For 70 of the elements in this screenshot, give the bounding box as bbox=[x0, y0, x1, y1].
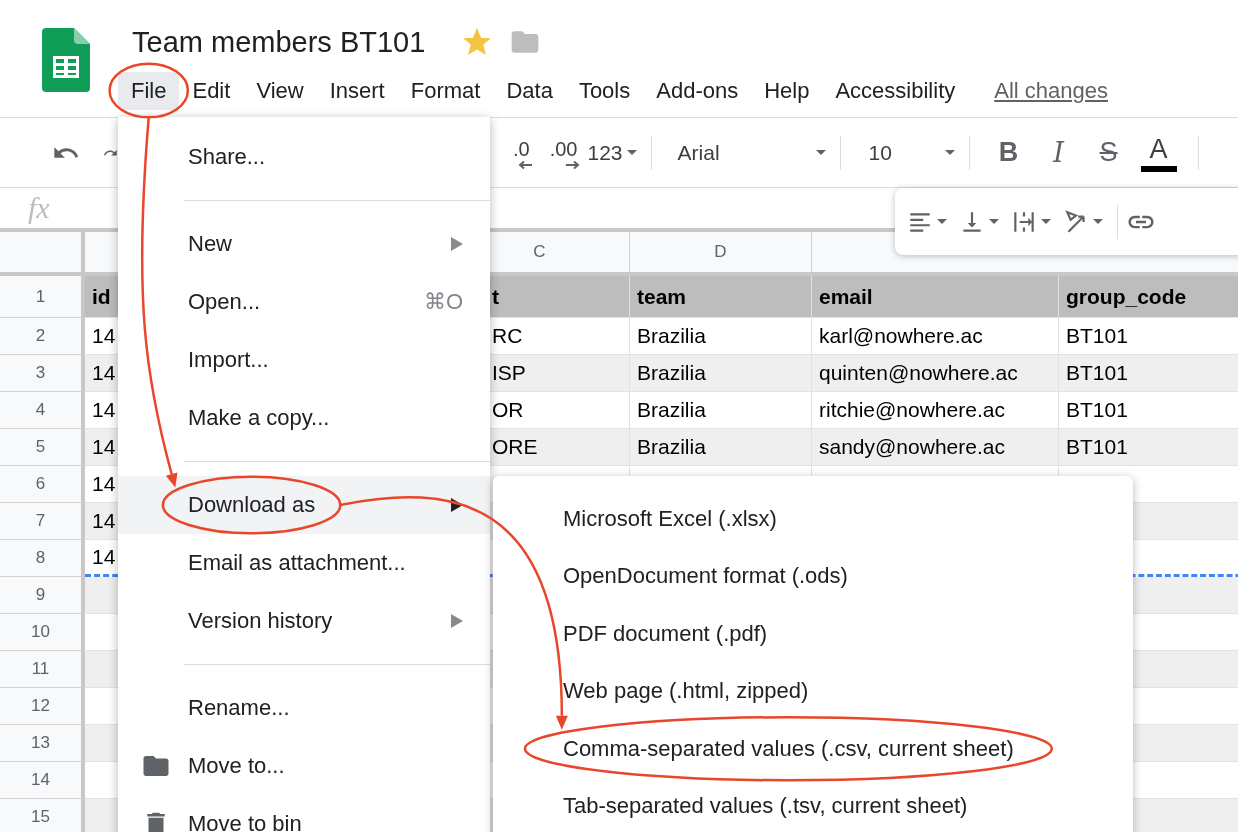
menu-item[interactable]: PDF document (.pdf) bbox=[493, 605, 1133, 663]
menu-item[interactable]: Help bbox=[751, 72, 823, 110]
menu-item[interactable]: Add-ons bbox=[643, 72, 752, 110]
row-number[interactable]: 4 bbox=[35, 400, 46, 420]
table-cell: quinten@nowhere.ac bbox=[812, 355, 1059, 392]
row-number[interactable]: 11 bbox=[31, 659, 50, 679]
menu-item[interactable]: Tools bbox=[565, 72, 644, 110]
menu-item[interactable]: OpenDocument format (.ods) bbox=[493, 547, 1133, 605]
caret-icon bbox=[626, 150, 637, 155]
table-cell: group_code bbox=[1059, 276, 1238, 318]
row-number[interactable]: 9 bbox=[35, 585, 46, 605]
menu-item[interactable]: Microsoft Excel (.xlsx) bbox=[493, 490, 1133, 548]
text-rotation-button[interactable] bbox=[1063, 208, 1103, 235]
table-cell: BT101 bbox=[1059, 429, 1238, 466]
increase-decimal-button[interactable]: .00 bbox=[539, 132, 588, 173]
menu-item[interactable]: Edit bbox=[179, 72, 244, 110]
text-color-button[interactable]: A bbox=[1133, 132, 1184, 173]
row-number[interactable]: 2 bbox=[35, 326, 46, 346]
menu-item[interactable]: File bbox=[118, 72, 180, 110]
menu-item[interactable]: Comma-separated values (.csv, current sheet) bbox=[493, 720, 1133, 778]
row-number[interactable]: 7 bbox=[35, 511, 46, 531]
font-dropdown[interactable]: Arial bbox=[665, 132, 826, 173]
row-number[interactable]: 12 bbox=[31, 696, 50, 716]
table-cell: Brazilia bbox=[630, 355, 812, 392]
strikethrough-button[interactable]: S bbox=[1083, 132, 1134, 173]
row-number[interactable]: 8 bbox=[35, 548, 46, 568]
caret-icon bbox=[815, 150, 826, 155]
caret-icon bbox=[1093, 219, 1103, 224]
caret-icon bbox=[989, 219, 999, 224]
font-size-dropdown[interactable]: 10 bbox=[854, 132, 955, 173]
row-number[interactable]: 3 bbox=[35, 363, 46, 383]
arrow-icon bbox=[517, 160, 532, 169]
fx-label: fx bbox=[28, 191, 50, 225]
document-title[interactable]: Team members BT101 bbox=[132, 25, 426, 59]
number-format-dropdown[interactable]: 123 bbox=[587, 132, 637, 173]
menu-item[interactable]: Rename... bbox=[118, 679, 490, 737]
row-number[interactable]: 13 bbox=[31, 733, 50, 753]
row-number[interactable]: 1 bbox=[35, 286, 46, 307]
caret-icon bbox=[944, 150, 955, 155]
row-number[interactable]: 10 bbox=[31, 622, 50, 642]
menu-item[interactable]: View bbox=[243, 72, 317, 110]
arrow-icon bbox=[565, 160, 580, 169]
menu-item[interactable]: Tab-separated values (.tsv, current sheet) bbox=[493, 777, 1133, 832]
menu-item[interactable]: Accessibility bbox=[822, 72, 969, 110]
menu-item[interactable]: Format bbox=[397, 72, 494, 110]
menu-item[interactable]: Share... bbox=[118, 128, 490, 186]
menu-item[interactable]: Move to bin bbox=[118, 795, 490, 832]
row-number[interactable]: 5 bbox=[35, 437, 46, 457]
table-cell: sandy@nowhere.ac bbox=[812, 429, 1059, 466]
star-icon[interactable] bbox=[463, 28, 492, 56]
menu-item[interactable]: Download as bbox=[118, 476, 490, 534]
caret-icon bbox=[937, 219, 947, 224]
menu-item[interactable]: Version history bbox=[118, 592, 490, 650]
row-number[interactable]: 14 bbox=[31, 770, 50, 790]
italic-button[interactable]: I bbox=[1033, 132, 1084, 173]
sheets-logo-icon bbox=[42, 28, 90, 92]
caret-icon bbox=[1041, 219, 1051, 224]
menu-item[interactable]: Web page (.html, zipped) bbox=[493, 662, 1133, 720]
bold-button[interactable]: B bbox=[983, 132, 1034, 173]
table-cell: email bbox=[812, 276, 1059, 318]
row-number[interactable]: 15 bbox=[31, 807, 50, 827]
decrease-decimal-button[interactable]: .0 bbox=[503, 132, 540, 173]
table-cell: BT101 bbox=[1059, 355, 1238, 392]
table-cell: team bbox=[630, 276, 812, 318]
menu-item[interactable]: Move to... bbox=[118, 737, 490, 795]
menu-item[interactable]: Data bbox=[493, 72, 566, 110]
table-cell: Brazilia bbox=[630, 429, 812, 466]
menu-item[interactable]: Insert bbox=[316, 72, 398, 110]
row-number[interactable]: 6 bbox=[35, 474, 46, 494]
save-status-link[interactable]: All changes bbox=[994, 78, 1108, 104]
